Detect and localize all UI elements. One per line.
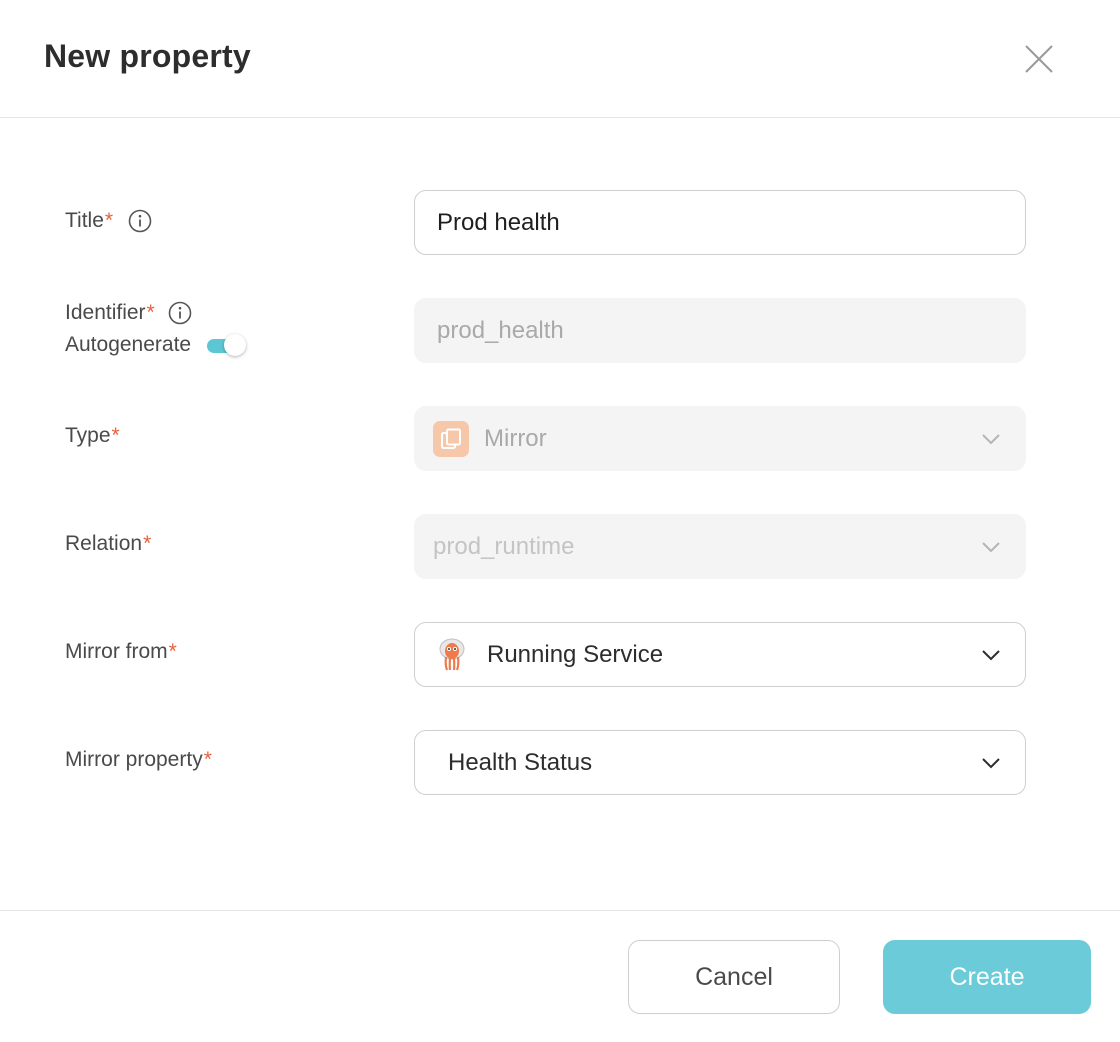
relation-label-row: Relation * — [65, 532, 151, 556]
identifier-label-row: Identifier * — [65, 300, 193, 326]
cancel-button[interactable]: Cancel — [628, 940, 840, 1014]
mirror-property-select[interactable]: Health Status — [414, 730, 1026, 795]
mirror-property-label-row: Mirror property * — [65, 748, 212, 772]
autogenerate-label: Autogenerate — [65, 333, 192, 356]
chevron-down-icon — [982, 541, 1000, 552]
autogenerate-row: Autogenerate — [65, 333, 247, 357]
title-input[interactable]: Prod health — [414, 190, 1026, 255]
mirror-from-select-value: Running Service — [487, 640, 664, 668]
relation-select: prod_runtime — [414, 514, 1026, 579]
close-icon — [1025, 45, 1053, 73]
type-select-value: Mirror — [484, 424, 547, 452]
dialog-title: New property — [44, 38, 251, 74]
dialog-header: New property — [0, 0, 1120, 118]
info-icon[interactable] — [127, 208, 153, 234]
mirror-icon — [433, 420, 469, 457]
identifier-input-value: prod_health — [437, 316, 564, 344]
mirror-from-label: Mirror from — [65, 640, 168, 663]
mirror-from-label-row: Mirror from * — [65, 640, 177, 664]
type-label: Type — [65, 424, 111, 447]
mirror-from-select[interactable]: Running Service — [414, 622, 1026, 687]
required-asterisk: * — [104, 209, 114, 232]
type-label-row: Type * — [65, 424, 120, 448]
autogenerate-toggle[interactable] — [207, 334, 247, 356]
mirror-property-select-value: Health Status — [448, 748, 593, 776]
identifier-label: Identifier — [65, 301, 146, 324]
chevron-down-icon — [982, 433, 1000, 444]
required-asterisk: * — [111, 424, 120, 447]
chevron-down-icon — [982, 649, 1000, 660]
create-button[interactable]: Create — [883, 940, 1091, 1014]
relation-label: Relation — [65, 532, 143, 555]
octopus-icon — [437, 638, 467, 672]
title-label-row: Title * — [65, 208, 153, 234]
type-select: Mirror — [414, 406, 1026, 471]
required-asterisk: * — [168, 640, 177, 663]
mirror-property-label: Mirror property — [65, 748, 203, 771]
required-asterisk: * — [203, 748, 212, 771]
title-label: Title — [65, 209, 104, 232]
info-icon[interactable] — [167, 300, 193, 326]
required-asterisk: * — [143, 532, 152, 555]
identifier-input: prod_health — [414, 298, 1026, 363]
relation-select-value: prod_runtime — [433, 532, 575, 560]
toggle-knob — [224, 334, 247, 356]
title-input-value: Prod health — [437, 208, 560, 236]
close-button[interactable] — [1017, 37, 1061, 81]
new-property-dialog: New property Title * Prod health Identifi… — [0, 0, 1120, 1042]
required-asterisk: * — [146, 301, 155, 324]
dialog-footer: Cancel Create — [0, 910, 1120, 1042]
chevron-down-icon — [982, 757, 1000, 768]
